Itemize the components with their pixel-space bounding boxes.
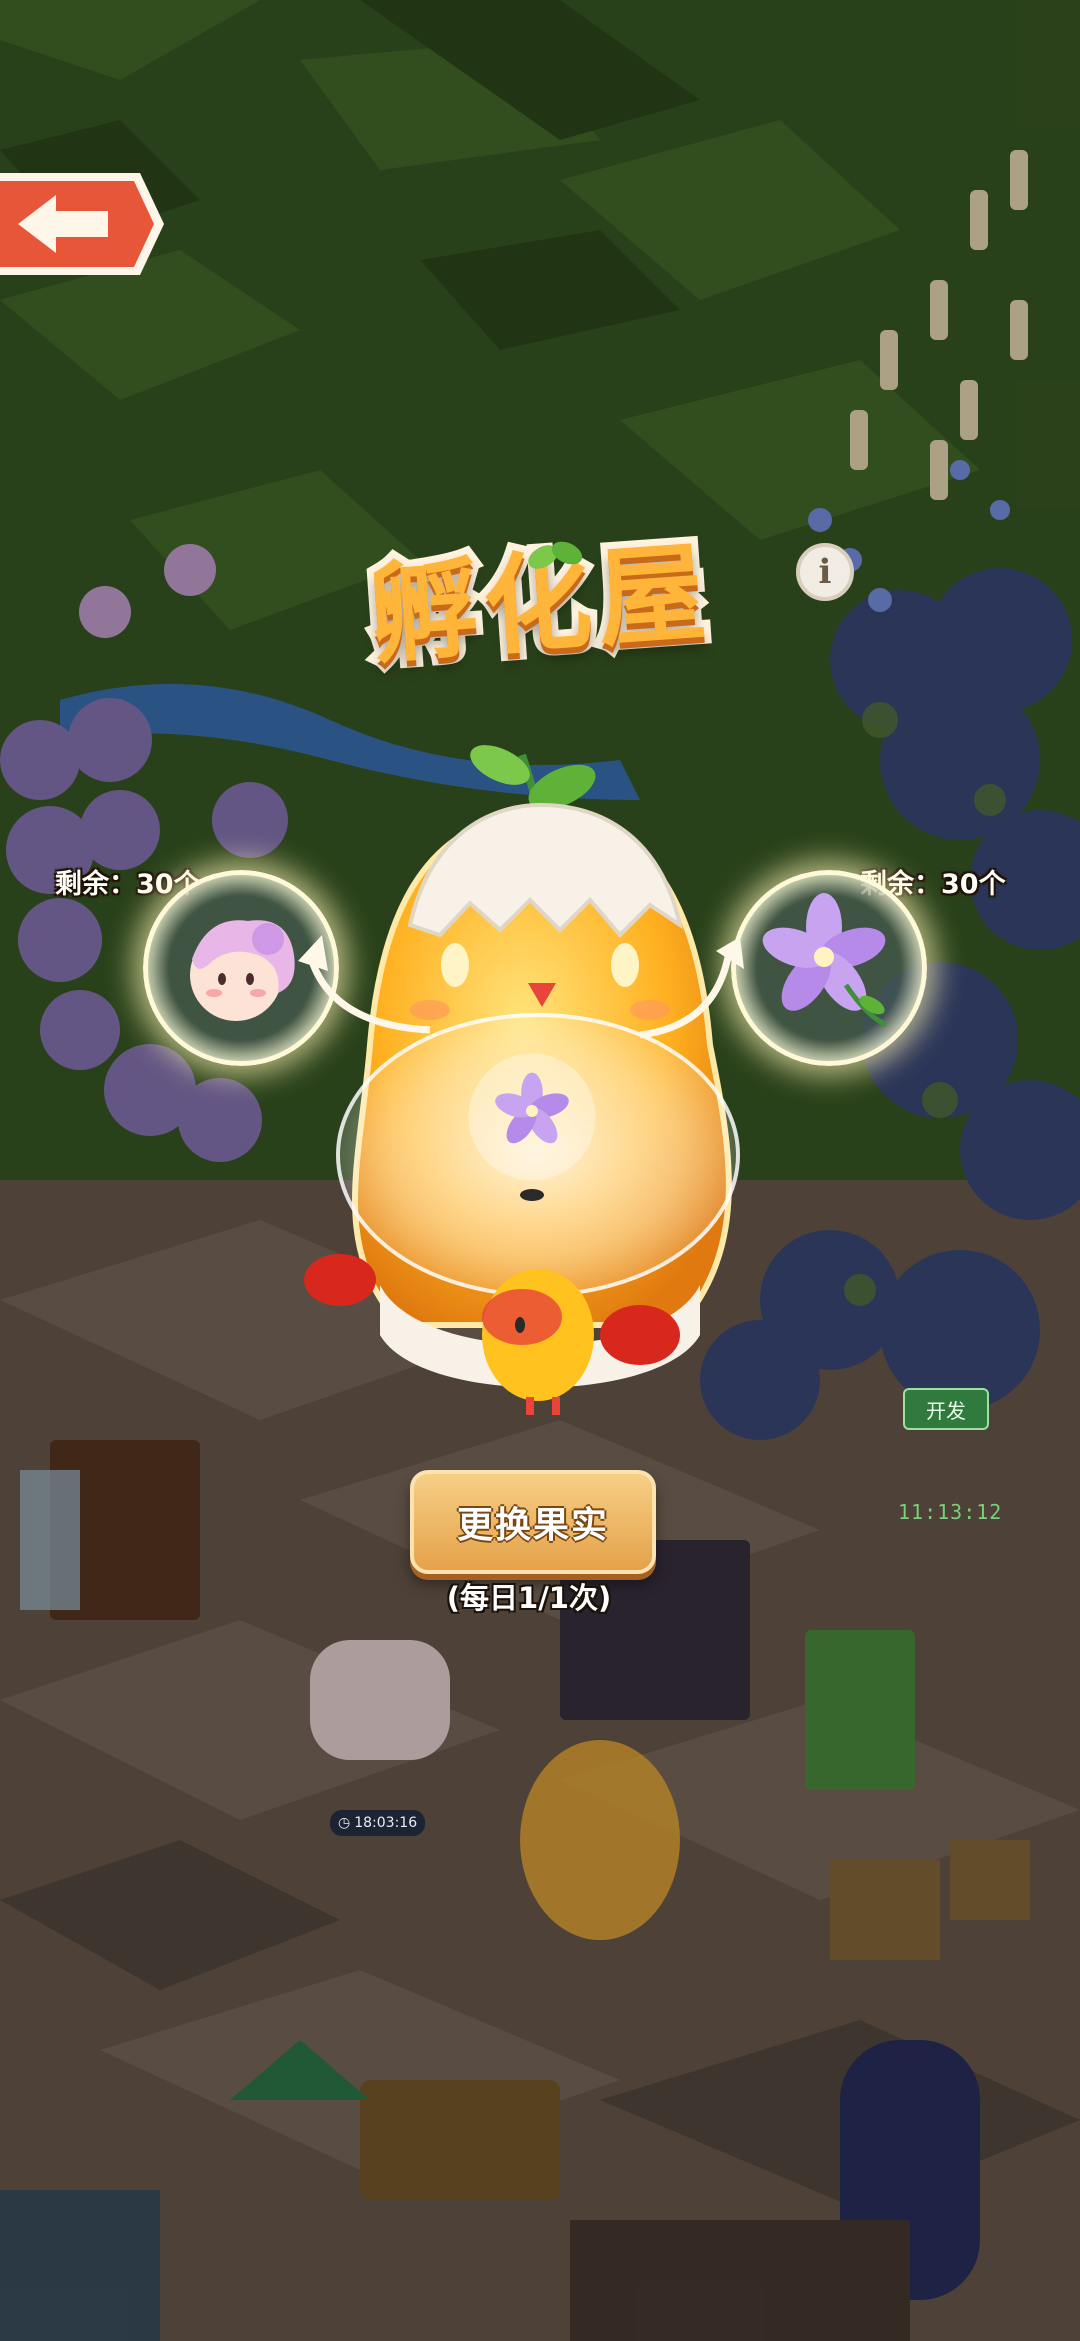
info-icon: i [818,552,832,592]
arrow-left-icon [0,173,164,275]
incubator-chick [298,745,744,1415]
dev-tag: 开发 [903,1388,989,1430]
back-button[interactable] [0,165,168,283]
daily-limit-text: (每日1/1次) [446,1581,612,1615]
swap-fruit-button[interactable]: 更换果实 [410,1470,656,1574]
clock-icon: ◷ [338,1815,351,1831]
swap-fruit-label: 更换果实 [456,1505,609,1546]
info-button[interactable]: i [796,543,854,601]
page-title: 孵化屋 [300,505,780,686]
sprout-icon [528,541,583,569]
building-timer: ◷ 18:03:16 [330,1810,426,1836]
building-timer-text: 18:03:16 [354,1815,418,1831]
stall-timer: 11:13:12 [898,1500,1003,1524]
